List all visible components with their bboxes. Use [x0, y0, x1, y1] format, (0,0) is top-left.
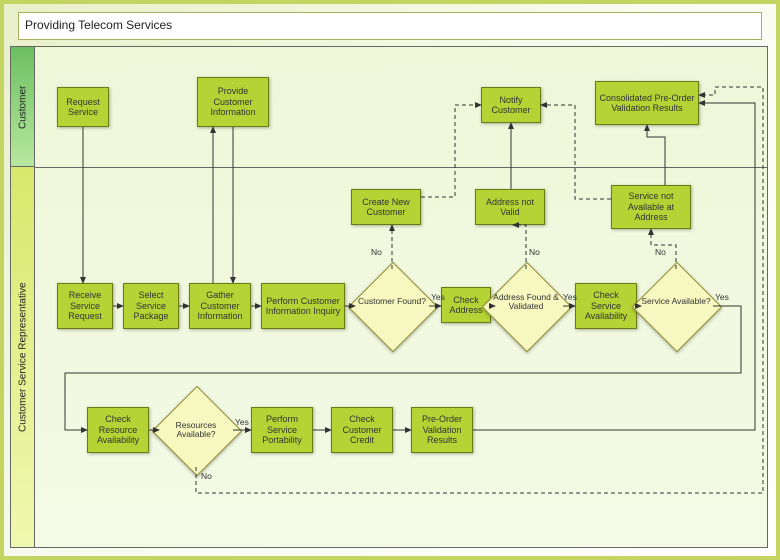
- node-request-service: Request Service: [57, 87, 109, 127]
- node-address-not-valid: Address not Valid: [475, 189, 545, 225]
- lane-divider: [35, 167, 767, 168]
- node-check-resource-availability: Check Resource Availability: [87, 407, 149, 453]
- node-check-service-availability: Check Service Availability: [575, 283, 637, 329]
- edge-label-no: No: [655, 247, 666, 257]
- edge-label-yes: Yes: [235, 417, 249, 427]
- node-preorder-validation-results: Pre-Order Validation Results: [411, 407, 473, 453]
- node-notify-customer: Notify Customer: [481, 87, 541, 123]
- edge-label-no: No: [529, 247, 540, 257]
- lane-label-customer: Customer: [10, 46, 36, 168]
- edge-label-yes: Yes: [715, 292, 729, 302]
- decision-customer-found: [348, 262, 439, 353]
- node-perform-service-portability: Perform Service Portability: [251, 407, 313, 453]
- node-select-service-package: Select Service Package: [123, 283, 179, 329]
- decision-service-available: [632, 262, 723, 353]
- edge-label-yes: Yes: [431, 292, 445, 302]
- node-provide-customer-info: Provide Customer Information: [197, 77, 269, 127]
- edge-label-yes: Yes: [563, 292, 577, 302]
- decision-resources-available: [152, 386, 243, 477]
- node-receive-service-request: Receive Service Request: [57, 283, 113, 329]
- diagram-frame: Providing Telecom Services Customer Cust…: [0, 0, 780, 560]
- node-create-new-customer: Create New Customer: [351, 189, 421, 225]
- node-perform-cust-info-inquiry: Perform Customer Information Inquiry: [261, 283, 345, 329]
- edge-label-no: No: [371, 247, 382, 257]
- lane-label-csr: Customer Service Representative: [10, 166, 36, 548]
- diagram-title: Providing Telecom Services: [18, 12, 762, 40]
- node-consolidated-results: Consolidated Pre-Order Validation Result…: [595, 81, 699, 125]
- swimlane-area: Request Service Provide Customer Informa…: [34, 46, 768, 548]
- node-gather-customer-info: Gather Customer Information: [189, 283, 251, 329]
- decision-address-validated: [482, 262, 573, 353]
- edge-label-no: No: [201, 471, 212, 481]
- node-check-customer-credit: Check Customer Credit: [331, 407, 393, 453]
- node-service-not-available: Service not Available at Address: [611, 185, 691, 229]
